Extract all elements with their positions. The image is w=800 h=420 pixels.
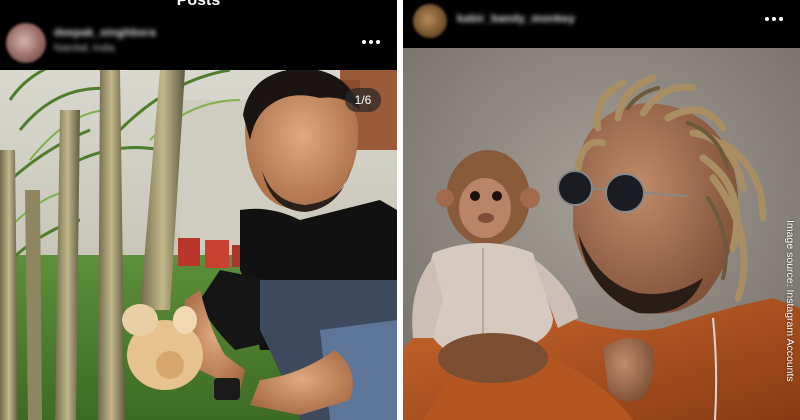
post-username[interactable]: kabir_bandy_monkey [457, 13, 575, 25]
photo-man-with-kitten [0, 70, 397, 420]
right-post-panel: kabir_bandy_monkey Image source: Instagr… [403, 0, 800, 420]
right-post-header: kabir_bandy_monkey [403, 0, 800, 48]
post-photo[interactable] [403, 48, 800, 420]
more-options-button[interactable] [762, 11, 786, 27]
media-counter-badge: 1/6 [345, 88, 381, 112]
avatar[interactable] [413, 4, 447, 38]
image-credit: Image source: Instagram Accounts [784, 0, 798, 420]
post-photo[interactable]: 1/6 [0, 70, 397, 420]
more-horizontal-icon [362, 40, 366, 44]
screen-title: Posts [176, 0, 221, 9]
image-credit-text: Image source: Instagram Accounts [784, 220, 796, 382]
photo-man-with-monkey [403, 48, 800, 420]
post-location[interactable]: Nainital, India [54, 43, 115, 54]
left-post-header: deepak_singhbora Nainital, India [0, 14, 397, 70]
more-options-button[interactable] [359, 34, 383, 50]
avatar[interactable] [6, 23, 46, 63]
more-horizontal-icon [765, 17, 769, 21]
left-post-panel: Posts deepak_singhbora Nainital, India 1… [0, 0, 397, 420]
post-username[interactable]: deepak_singhbora [54, 27, 156, 39]
